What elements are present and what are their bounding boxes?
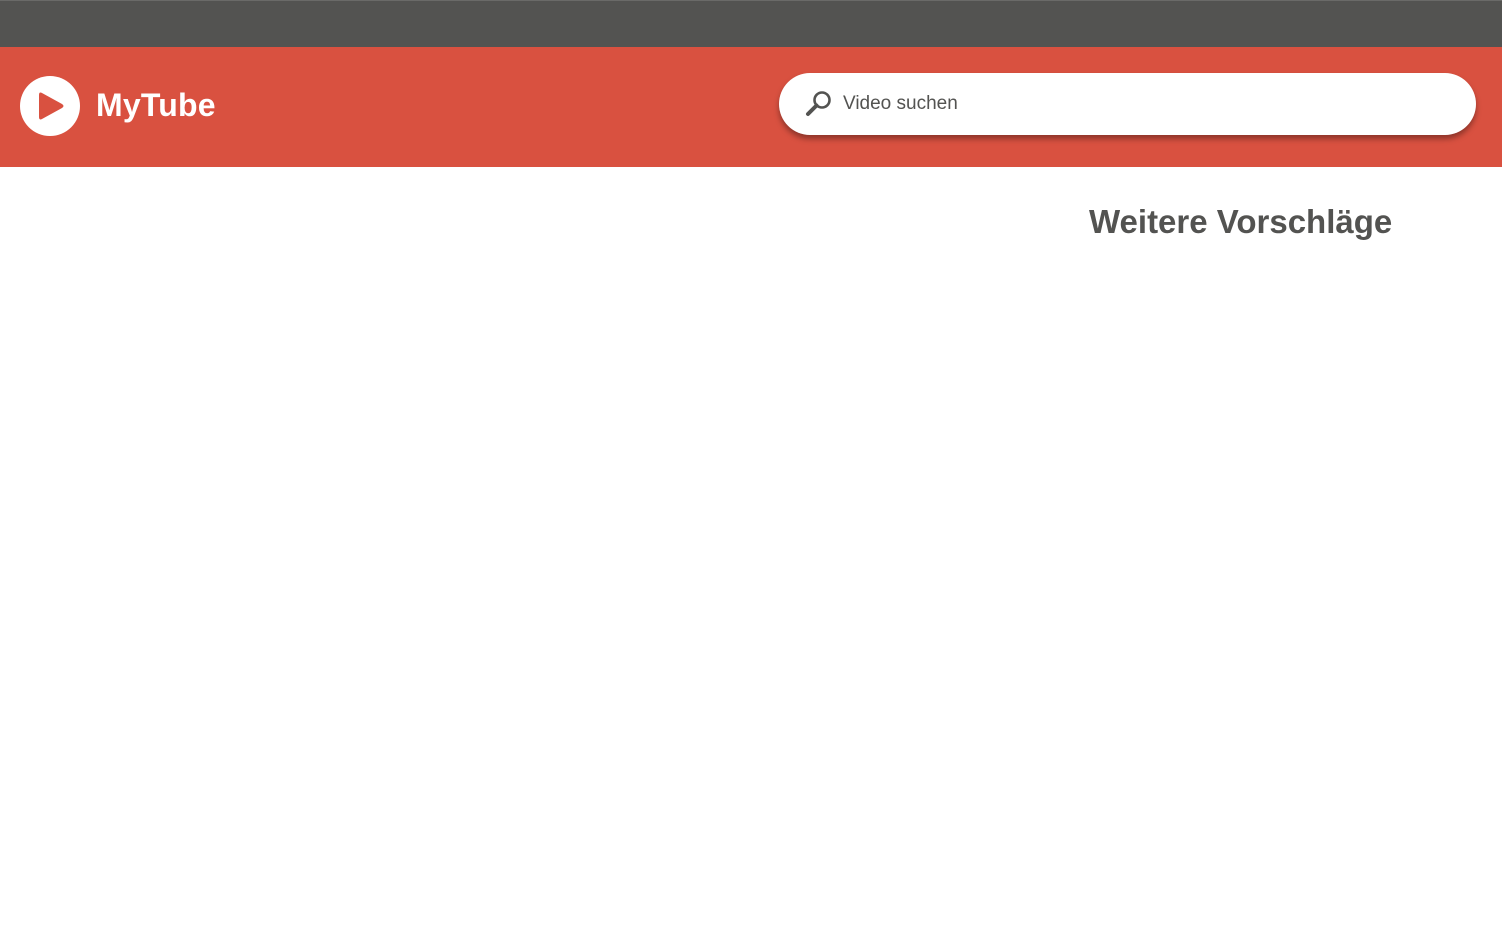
- brand-name[interactable]: MyTube: [96, 85, 216, 125]
- search-icon[interactable]: [805, 90, 833, 118]
- search-bar[interactable]: [779, 73, 1476, 135]
- top-bar: [0, 0, 1502, 47]
- header: MyTube: [0, 47, 1502, 167]
- play-icon: [39, 92, 64, 120]
- search-input[interactable]: [843, 89, 1443, 119]
- logo[interactable]: [20, 76, 80, 136]
- suggestions-title: Weitere Vorschläge: [1089, 203, 1393, 240]
